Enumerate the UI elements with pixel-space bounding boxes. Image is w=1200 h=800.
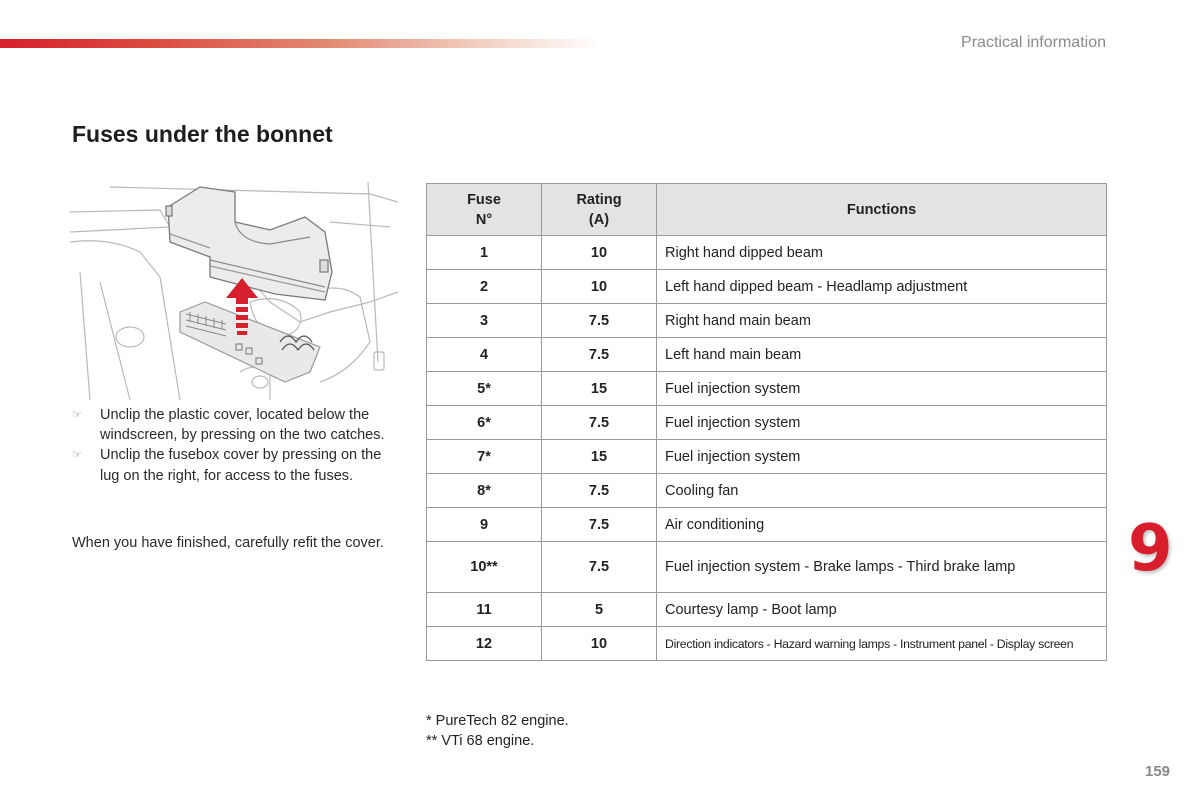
fuse-number-cell: 4 — [426, 337, 542, 372]
header-accent-bar — [0, 39, 600, 48]
table-header-row: Fuse N° Rating (A) Functions — [426, 183, 1107, 236]
function-cell: Right hand main beam — [656, 303, 1107, 338]
header-fuse-number: Fuse N° — [426, 183, 542, 236]
fuse-number-cell: 12 — [426, 626, 542, 661]
chapter-number: 9 — [1128, 512, 1173, 586]
footnote-double-asterisk: ** VTi 68 engine. — [426, 733, 535, 749]
section-header: Practical information — [961, 34, 1106, 51]
instruction-list: ☞ Unclip the plastic cover, located belo… — [72, 405, 402, 486]
footnotes: * PureTech 82 engine. ** VTi 68 engine. — [426, 711, 569, 751]
table-row: 2 10 Left hand dipped beam - Headlamp adju… — [426, 269, 1107, 304]
rating-cell: 10 — [541, 235, 657, 270]
function-cell: Right hand dipped beam — [656, 235, 1107, 270]
rating-cell: 10 — [541, 626, 657, 661]
function-cell: Fuel injection system — [656, 439, 1107, 474]
fuse-number-cell: 11 — [426, 592, 542, 627]
function-cell: Fuel injection system — [656, 371, 1107, 406]
instruction-step: ☞ Unclip the fusebox cover by pressing o… — [72, 445, 402, 485]
rating-cell: 7.5 — [541, 405, 657, 440]
rating-cell: 15 — [541, 439, 657, 474]
table-row: 1 10 Right hand dipped beam — [426, 235, 1107, 270]
table-row: 12 10 Direction indicators - Hazard warnin… — [426, 626, 1107, 661]
fuse-number-cell: 2 — [426, 269, 542, 304]
table-row: 4 7.5 Left hand main beam — [426, 337, 1107, 372]
header-rating: Rating (A) — [541, 183, 657, 236]
rating-cell: 7.5 — [541, 541, 657, 593]
fuse-number-cell: 8* — [426, 473, 542, 508]
fuse-number-cell: 1 — [426, 235, 542, 270]
function-cell: Fuel injection system - Brake lamps - Th… — [656, 541, 1107, 593]
rating-cell: 7.5 — [541, 303, 657, 338]
footnote-single-asterisk: * PureTech 82 engine. — [426, 713, 569, 729]
function-cell: Air conditioning — [656, 507, 1107, 542]
function-cell: Direction indicators - Hazard warning la… — [656, 626, 1107, 661]
instruction-step: ☞ Unclip the plastic cover, located belo… — [72, 405, 402, 445]
function-cell: Left hand main beam — [656, 337, 1107, 372]
instruction-text: Unclip the plastic cover, located below … — [100, 407, 385, 444]
pointing-hand-icon: ☞ — [72, 409, 82, 421]
rating-cell: 7.5 — [541, 507, 657, 542]
table-row: 8* 7.5 Cooling fan — [426, 473, 1107, 508]
table-row: 9 7.5 Air conditioning — [426, 507, 1107, 542]
table-row: 6* 7.5 Fuel injection system — [426, 405, 1107, 440]
table-row: 7* 15 Fuel injection system — [426, 439, 1107, 474]
fuse-table: Fuse N° Rating (A) Functions 1 10 Right ha… — [426, 183, 1107, 661]
page-title: Fuses under the bonnet — [72, 121, 333, 147]
rating-cell: 10 — [541, 269, 657, 304]
fuse-number-cell: 7* — [426, 439, 542, 474]
function-cell: Fuel injection system — [656, 405, 1107, 440]
function-cell: Left hand dipped beam - Headlamp adjustm… — [656, 269, 1107, 304]
fuse-number-cell: 9 — [426, 507, 542, 542]
refit-note: When you have finished, carefully refit … — [72, 535, 384, 551]
function-cell: Cooling fan — [656, 473, 1107, 508]
fuse-number-cell: 5* — [426, 371, 542, 406]
rating-cell: 7.5 — [541, 473, 657, 508]
fuse-number-cell: 3 — [426, 303, 542, 338]
header-functions: Functions — [656, 183, 1107, 236]
fuse-number-cell: 6* — [426, 405, 542, 440]
pointing-hand-icon: ☞ — [72, 449, 82, 462]
table-row: 5* 15 Fuel injection system — [426, 371, 1107, 406]
instruction-text: Unclip the fusebox cover by pressing on … — [100, 447, 382, 484]
fuse-number-cell: 10** — [426, 541, 542, 593]
table-row: 11 5 Courtesy lamp - Boot lamp — [426, 592, 1107, 627]
rating-cell: 15 — [541, 371, 657, 406]
function-cell: Courtesy lamp - Boot lamp — [656, 592, 1107, 627]
rating-cell: 7.5 — [541, 337, 657, 372]
table-row: 10** 7.5 Fuel injection system - Brake lam… — [426, 541, 1107, 593]
table-row: 3 7.5 Right hand main beam — [426, 303, 1107, 338]
fusebox-illustration — [69, 181, 399, 401]
page-number: 159 — [1145, 763, 1171, 780]
rating-cell: 5 — [541, 592, 657, 627]
